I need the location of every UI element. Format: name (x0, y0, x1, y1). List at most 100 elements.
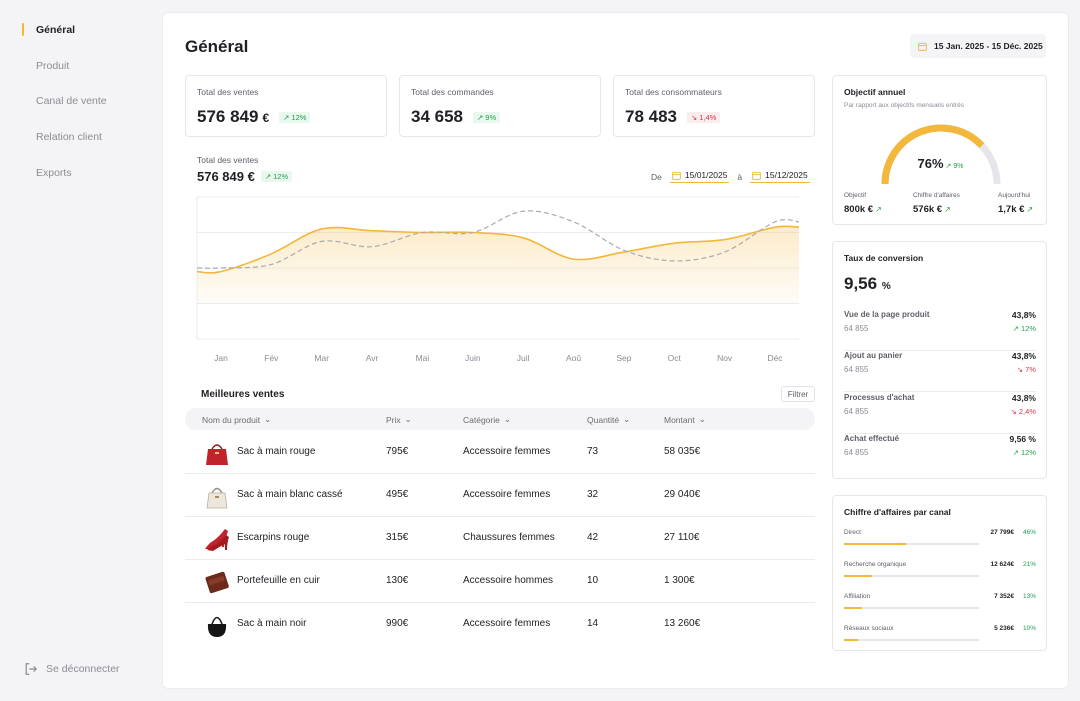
column-header-quantity[interactable]: Quantité ⌄ (587, 414, 630, 425)
column-label: Quantité (587, 414, 620, 425)
column-header-amount[interactable]: Montant ⌄ (664, 414, 706, 425)
sales-chart: Jan Fév Mar Avr Mai Juin Juil Aoû Sep Oct Nov Déc (196, 196, 800, 363)
arrow-up-icon: ↗ (875, 205, 882, 214)
channel-amount: 27 799€ (990, 529, 1015, 536)
step-percent: 43,8% (1011, 310, 1036, 320)
channel-percent: 46% (1022, 529, 1036, 536)
stat-value: 1,7k € ↗ (998, 204, 1033, 215)
conversion-step: Ajout au panier 64 855 43,8% ↘ 7% (844, 351, 1036, 392)
from-date-field[interactable]: 15/01/2025 (669, 170, 730, 183)
revenue-by-channel-title: Chiffre d'affaires par canal (844, 507, 951, 517)
kpi-delta: 9% (485, 113, 497, 122)
column-label: Nom du produit (202, 414, 261, 425)
step-label: Achat effectué (844, 434, 900, 443)
stat-number: 1,7k € (998, 204, 1025, 215)
channel-bar-fill (844, 607, 862, 609)
sidebar-item-produit[interactable]: Produit (36, 60, 69, 72)
table-row[interactable]: Sac à main blanc cassé 495€ Accessoire f… (185, 474, 815, 517)
channel-percent: 10% (1022, 625, 1036, 632)
step-delta-value: 12% (1020, 324, 1036, 333)
sidebar-item-exports[interactable]: Exports (36, 167, 72, 179)
x-tick-label: Oct (668, 353, 682, 363)
logout-button[interactable]: Se déconnecter (24, 662, 120, 676)
product-amount: 13 260€ (664, 618, 701, 629)
kpi-delta-badge: ↗ 9% (473, 112, 501, 123)
product-amount: 1 300€ (664, 575, 695, 586)
filter-button[interactable]: Filtrer (781, 386, 815, 402)
channel-bar-track (844, 639, 979, 641)
kpi-delta: 1,4% (699, 113, 717, 122)
x-tick-label: Aoû (566, 353, 581, 363)
date-range-label: 15 Jan. 2025 - 15 Déc. 2025 (934, 41, 1043, 51)
product-name: Portefeuille en cuir (237, 575, 320, 586)
annual-goal-title: Objectif annuel (844, 87, 906, 97)
date-range-picker[interactable]: 15 Jan. 2025 - 15 Déc. 2025 (910, 34, 1046, 58)
sidebar-item-relation-client[interactable]: Relation client (36, 131, 102, 143)
product-category: Accessoire femmes (463, 618, 551, 629)
column-header-price[interactable]: Prix ⌄ (386, 414, 412, 425)
table-row[interactable]: Sac à main noir 990€ Accessoire femmes 1… (185, 603, 815, 646)
kpi-label: Total des commandes (411, 87, 494, 97)
step-delta: ↘ 7% (1016, 365, 1036, 374)
channel-label: Recherche organique (844, 561, 907, 568)
goal-stat-chiffre-affaires: Chiffre d'affaires 576k € ↗ (913, 192, 960, 215)
product-amount: 27 110€ (664, 532, 700, 543)
kpi-card-total-consommateurs: Total des consommateurs 78 483 ↘ 1,4% (613, 75, 815, 137)
sidebar-item-canal-de-vente[interactable]: Canal de vente (36, 95, 107, 107)
revenue-by-channel-card: Chiffre d'affaires par canal Direct 27 7… (832, 495, 1047, 651)
conversion-card: Taux de conversion 9,56 % Vue de la page… (832, 241, 1047, 479)
product-price: 315€ (386, 532, 409, 543)
x-tick-label: Jan (214, 353, 228, 363)
x-tick-label: Sep (616, 353, 631, 363)
from-label: De (651, 171, 662, 182)
chart-value: 576 849 € ↗ 12% (197, 169, 293, 184)
product-name: Sac à main blanc cassé (237, 489, 343, 500)
table-header: Nom du produit ⌄ Prix ⌄ Catégorie ⌄ Quantit… (185, 408, 815, 430)
product-quantity: 32 (587, 489, 599, 500)
product-quantity: 42 (587, 532, 599, 543)
product-amount: 58 035€ (664, 446, 701, 457)
table-row[interactable]: Escarpins rouge 315€ Chaussures femmes 4… (185, 517, 815, 560)
kpi-number: 576 849 (197, 107, 259, 126)
channel-row: Direct 27 799€ 46% (844, 529, 1036, 553)
conversion-title: Taux de conversion (844, 253, 924, 263)
gauge-delta-value: 9% (953, 162, 964, 170)
calendar-icon (752, 171, 761, 180)
sidebar-item-general[interactable]: Général (36, 24, 75, 36)
column-header-category[interactable]: Catégorie ⌄ (463, 414, 511, 425)
table-row[interactable]: Sac à main rouge 795€ Accessoire femmes … (185, 431, 815, 474)
chart-title: Total des ventes (197, 155, 259, 165)
red-handbag-icon (206, 444, 228, 465)
annual-goal-gauge (881, 124, 1001, 185)
channel-amount: 12 624€ (990, 561, 1015, 568)
chevron-down-icon: ⌄ (623, 414, 631, 424)
calendar-icon (918, 42, 927, 51)
gauge-delta: ↗ 9% (945, 162, 964, 171)
table-row[interactable]: Portefeuille en cuir 130€ Accessoire hom… (185, 560, 815, 603)
channel-row: Affiliation 7 352€ 13% (844, 593, 1036, 617)
step-count: 64 855 (844, 324, 869, 333)
step-count: 64 855 (844, 407, 869, 416)
product-quantity: 73 (587, 446, 599, 457)
step-delta: ↘ 2,4% (1010, 407, 1036, 416)
x-tick-label: Juil (517, 353, 530, 363)
product-name: Escarpins rouge (237, 532, 310, 543)
product-price: 495€ (386, 489, 409, 500)
sidebar: Général Produit Canal de vente Relation … (0, 0, 162, 701)
step-count: 64 855 (844, 448, 869, 457)
kpi-delta-badge: ↗ 12% (279, 112, 311, 123)
kpi-delta: 12% (291, 113, 307, 122)
conversion-unit: % (881, 281, 891, 292)
annual-goal-subtitle: Par rapport aux objectifs mensuels entré… (844, 102, 964, 109)
step-percent: 43,8% (1011, 351, 1036, 361)
x-tick-label: Nov (717, 353, 733, 363)
step-delta-value: 7% (1025, 365, 1036, 374)
logout-label: Se déconnecter (46, 663, 120, 675)
to-date: 15/12/2025 (765, 170, 808, 180)
step-label: Processus d'achat (844, 393, 915, 402)
column-header-name[interactable]: Nom du produit ⌄ (202, 414, 271, 425)
arrow-up-icon: ↗ (1026, 205, 1034, 214)
channel-row: Recherche organique 12 624€ 21% (844, 561, 1036, 585)
kpi-number: 78 483 (625, 107, 677, 126)
to-date-field[interactable]: 15/12/2025 (750, 170, 810, 183)
